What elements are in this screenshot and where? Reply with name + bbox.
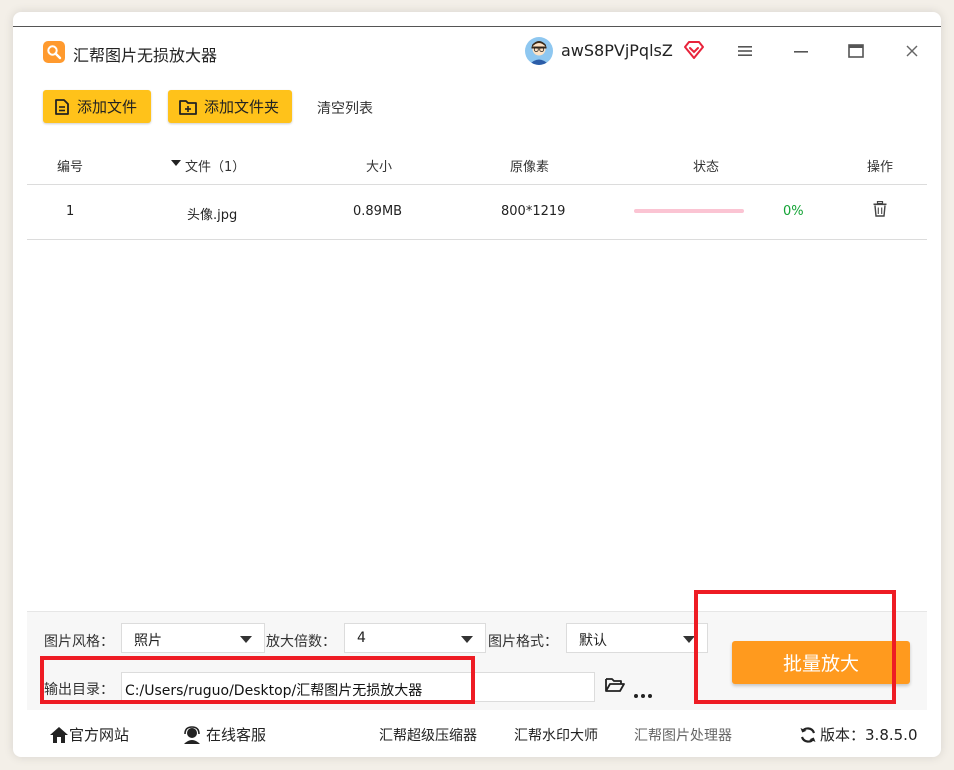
- version-info[interactable]: 版本： 3.8.5.0: [799, 724, 918, 745]
- folder-add-icon: [179, 99, 197, 115]
- style-label: 图片风格：: [44, 634, 114, 650]
- maximize-icon[interactable]: [842, 37, 870, 65]
- refresh-icon: [800, 726, 816, 743]
- username[interactable]: awS8PVjPqlsZ: [561, 41, 673, 60]
- support-headset-icon: [184, 725, 200, 744]
- close-icon[interactable]: [898, 37, 926, 65]
- header-size: 大小: [366, 160, 393, 175]
- style-select[interactable]: 照片: [121, 623, 265, 653]
- minimize-icon[interactable]: [787, 37, 815, 65]
- row-progress-bar: [634, 209, 744, 213]
- chevron-down-icon: [461, 636, 473, 643]
- scale-select[interactable]: 4: [344, 623, 486, 653]
- add-folder-button[interactable]: 添加文件夹: [168, 90, 292, 123]
- batch-upscale-button[interactable]: 批量放大: [732, 641, 910, 684]
- online-support-link[interactable]: 在线客服: [182, 724, 266, 745]
- row-pixels: 800*1219: [501, 204, 566, 219]
- file-table-header: 编号 文件（1） 大小 原像素 状态 操作: [27, 144, 927, 185]
- header-file[interactable]: 文件（1）: [185, 156, 245, 175]
- add-file-label: 添加文件: [77, 98, 138, 116]
- top-border-line: [13, 26, 941, 27]
- clear-list-button[interactable]: 清空列表: [317, 98, 373, 118]
- row-status-text: 0%: [783, 204, 804, 219]
- row-file-name: 头像.jpg: [187, 208, 238, 223]
- title-bar: 汇帮图片无损放大器 awS8PVjPqlsZ: [13, 27, 941, 73]
- scale-label: 放大倍数：: [266, 634, 336, 650]
- link-watermark[interactable]: 汇帮水印大师: [514, 725, 598, 745]
- table-row[interactable]: 1 头像.jpg 0.89MB 800*1219 0%: [27, 185, 927, 240]
- chevron-down-icon: [240, 636, 252, 643]
- app-window: 汇帮图片无损放大器 awS8PVjPqlsZ 添加文件 添加文件夹 清空列表 编…: [13, 12, 941, 757]
- header-index: 编号: [57, 160, 84, 175]
- footer-bar: 官方网站 在线客服 汇帮超级压缩器 汇帮水印大师 汇帮图片处理器 版本： 3.8…: [27, 713, 927, 753]
- format-select[interactable]: 默认: [566, 623, 708, 653]
- scale-value: 4: [357, 630, 366, 646]
- home-icon: [50, 726, 68, 743]
- style-value: 照片: [134, 633, 162, 649]
- row-index: 1: [66, 204, 75, 219]
- user-avatar[interactable]: [525, 37, 553, 65]
- menu-icon[interactable]: [731, 37, 759, 65]
- header-pixels: 原像素: [510, 160, 550, 175]
- vip-diamond-icon[interactable]: [683, 40, 705, 64]
- folder-open-icon[interactable]: [605, 676, 625, 698]
- header-status: 状态: [693, 160, 720, 175]
- header-file-sort-icon[interactable]: [171, 156, 181, 171]
- header-action: 操作: [867, 160, 894, 175]
- app-logo-icon: [43, 41, 65, 63]
- link-compressor[interactable]: 汇帮超级压缩器: [379, 725, 477, 745]
- output-path-input[interactable]: [121, 672, 595, 702]
- chevron-down-icon: [683, 636, 695, 643]
- add-file-button[interactable]: 添加文件: [43, 90, 151, 123]
- delete-icon[interactable]: [873, 200, 887, 221]
- format-value: 默认: [579, 633, 607, 649]
- official-website-link[interactable]: 官方网站: [49, 724, 129, 745]
- output-label: 输出目录：: [44, 682, 114, 698]
- file-icon: [55, 98, 69, 115]
- more-icon[interactable]: [633, 684, 653, 703]
- row-size: 0.89MB: [353, 204, 403, 219]
- app-title: 汇帮图片无损放大器: [73, 46, 218, 65]
- add-folder-label: 添加文件夹: [204, 98, 280, 116]
- link-image-processor[interactable]: 汇帮图片处理器: [634, 725, 732, 745]
- format-label: 图片格式：: [488, 634, 558, 650]
